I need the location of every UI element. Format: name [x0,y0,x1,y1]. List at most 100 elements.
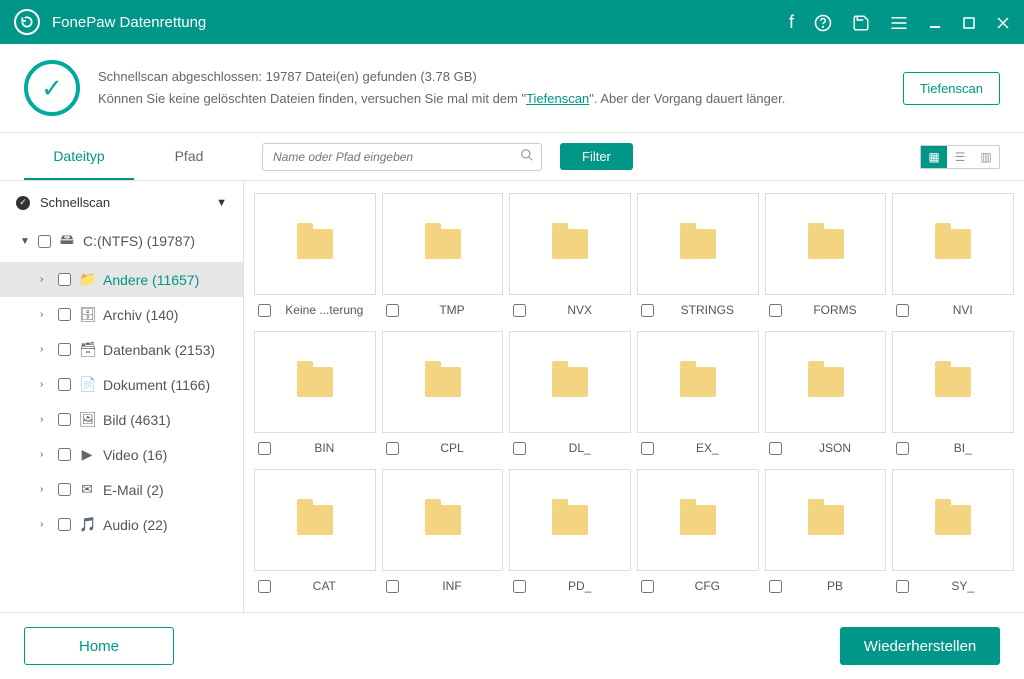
folder-checkbox[interactable] [386,580,399,593]
category-checkbox[interactable] [58,343,71,356]
folder-item[interactable]: BIN [254,331,376,455]
filter-button[interactable]: Filter [560,143,633,170]
folder-thumbnail[interactable] [382,193,504,295]
tree-node-category[interactable]: ›▶Video (16) [0,437,243,472]
folder-checkbox[interactable] [769,304,782,317]
folder-thumbnail[interactable] [892,193,1014,295]
folder-checkbox[interactable] [896,580,909,593]
folder-thumbnail[interactable] [765,331,887,433]
folder-checkbox[interactable] [513,580,526,593]
folder-checkbox[interactable] [896,304,909,317]
app-logo-icon [14,9,40,35]
recover-button[interactable]: Wiederherstellen [840,627,1000,665]
folder-checkbox[interactable] [769,442,782,455]
folder-item[interactable]: SY_ [892,469,1014,593]
folder-checkbox[interactable] [386,304,399,317]
deepscan-link[interactable]: Tiefenscan [526,91,589,106]
menu-icon[interactable] [890,12,908,33]
folder-item[interactable]: STRINGS [637,193,759,317]
folder-item[interactable]: NVI [892,193,1014,317]
folder-thumbnail[interactable] [637,331,759,433]
folder-thumbnail[interactable] [765,469,887,571]
category-checkbox[interactable] [58,273,71,286]
folder-checkbox[interactable] [641,442,654,455]
folder-thumbnail[interactable] [254,331,376,433]
minimize-icon[interactable] [928,12,942,33]
folder-thumbnail[interactable] [254,193,376,295]
folder-thumbnail[interactable] [382,331,504,433]
folder-item[interactable]: JSON [765,331,887,455]
folder-thumbnail[interactable] [509,469,631,571]
view-detail-icon[interactable]: ▥ [973,146,999,168]
folder-item[interactable]: TMP [382,193,504,317]
tab-filetype[interactable]: Dateityp [24,134,134,180]
help-icon[interactable] [814,12,832,33]
folder-checkbox[interactable] [769,580,782,593]
category-checkbox[interactable] [58,378,71,391]
search-icon[interactable] [520,148,534,165]
folder-checkbox[interactable] [641,304,654,317]
status-line2: Können Sie keine gelöschten Dateien find… [98,88,885,110]
folder-item[interactable]: CAT [254,469,376,593]
search-input[interactable] [262,143,542,171]
folder-thumbnail[interactable] [254,469,376,571]
folder-checkbox[interactable] [513,442,526,455]
folder-item[interactable]: Keine ...terung [254,193,376,317]
folder-item[interactable]: CFG [637,469,759,593]
view-list-icon[interactable]: ☰ [947,146,973,168]
folder-thumbnail[interactable] [892,331,1014,433]
folder-thumbnail[interactable] [382,469,504,571]
save-icon[interactable] [852,12,870,33]
folder-item[interactable]: PD_ [509,469,631,593]
folder-item[interactable]: FORMS [765,193,887,317]
folder-item[interactable]: NVX [509,193,631,317]
drive-icon: 🖴 [59,229,75,253]
folder-checkbox[interactable] [641,580,654,593]
category-checkbox[interactable] [58,448,71,461]
folder-icon [935,367,971,397]
category-checkbox[interactable] [58,518,71,531]
folder-item[interactable]: CPL [382,331,504,455]
folder-checkbox[interactable] [896,442,909,455]
view-grid-icon[interactable]: ▦ [921,146,947,168]
tree-node-drive[interactable]: ▼ 🖴 C:(NTFS) (19787) [0,220,243,262]
footer: Home Wiederherstellen [0,612,1024,679]
folder-icon [297,367,333,397]
folder-checkbox[interactable] [258,580,271,593]
folder-item[interactable]: EX_ [637,331,759,455]
category-checkbox[interactable] [58,483,71,496]
tree-node-category[interactable]: ›📁Andere (11657) [0,262,243,297]
folder-thumbnail[interactable] [637,193,759,295]
facebook-icon[interactable]: f [789,12,794,33]
tree-node-category[interactable]: ›🗄Archiv (140) [0,297,243,332]
tree-node-category[interactable]: ›✉E-Mail (2) [0,472,243,507]
folder-item[interactable]: DL_ [509,331,631,455]
folder-thumbnail[interactable] [509,193,631,295]
category-checkbox[interactable] [58,308,71,321]
tree-head-quickscan[interactable]: ✓ Schnellscan ▼ [0,185,243,220]
deepscan-button[interactable]: Tiefenscan [903,72,1000,105]
folder-item[interactable]: PB [765,469,887,593]
folder-thumbnail[interactable] [637,469,759,571]
folder-thumbnail[interactable] [509,331,631,433]
folder-checkbox[interactable] [513,304,526,317]
folder-checkbox[interactable] [258,442,271,455]
tree-node-category[interactable]: ›🗃Datenbank (2153) [0,332,243,367]
tree-node-category[interactable]: ›🎵Audio (22) [0,507,243,542]
chevron-right-icon: › [40,274,50,285]
folder-item[interactable]: BI_ [892,331,1014,455]
search-field[interactable] [262,143,542,171]
folder-checkbox[interactable] [386,442,399,455]
tree-node-category[interactable]: ›📄Dokument (1166) [0,367,243,402]
close-icon[interactable] [996,12,1010,33]
maximize-icon[interactable] [962,12,976,33]
folder-thumbnail[interactable] [765,193,887,295]
drive-checkbox[interactable] [38,235,51,248]
tree-node-category[interactable]: ›🖼Bild (4631) [0,402,243,437]
folder-checkbox[interactable] [258,304,271,317]
tab-path[interactable]: Pfad [134,134,244,180]
folder-thumbnail[interactable] [892,469,1014,571]
folder-item[interactable]: INF [382,469,504,593]
category-checkbox[interactable] [58,413,71,426]
home-button[interactable]: Home [24,627,174,665]
